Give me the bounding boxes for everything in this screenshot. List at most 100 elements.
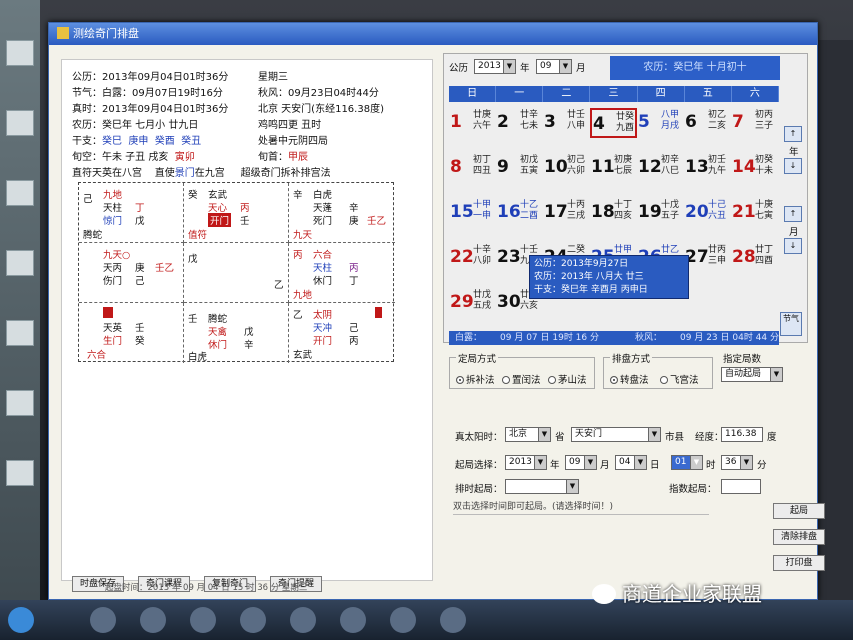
month-unit: 月 (576, 63, 586, 74)
palace-cell[interactable]: 壬 腾蛇 天禽 戊 休门 辛 白虎 (184, 303, 289, 363)
calendar-day[interactable]: 12 初辛 八巳 (637, 153, 684, 183)
calendar-day[interactable]: 16 十乙 二酉 (496, 198, 543, 228)
calendar-day[interactable]: 17 十丙 三戌 (543, 198, 590, 228)
calendar-day[interactable]: 11 初庚 七辰 (590, 153, 637, 183)
calendar-day[interactable]: 14 初癸 十未 (731, 153, 778, 183)
start-minute-select[interactable]: 36 ▼ (721, 455, 753, 470)
province-select[interactable]: 北京 ▼ (505, 427, 551, 442)
month-select[interactable]: 09 ▼ (536, 59, 572, 74)
calendar-day[interactable]: 28 廿丁 四酉 (731, 243, 778, 273)
taskbar-app[interactable] (340, 607, 366, 633)
start-day-select[interactable]: 04 ▼ (615, 455, 647, 470)
day-lunar: 初壬 九午 (708, 155, 727, 176)
desktop-icon[interactable] (6, 320, 34, 346)
calendar-day[interactable]: 1 廿庚 六午 (449, 108, 496, 138)
month-nav-label: 月 (789, 227, 799, 238)
palace-cell[interactable]: 辛 白虎 天蓬 辛 死门 庚 壬乙 九天 (289, 183, 395, 243)
taskbar-app[interactable] (90, 607, 116, 633)
calendar-day[interactable]: 5 八甲 月戌 (637, 108, 684, 138)
calendar-day[interactable]: 21 十庚 七寅 (731, 198, 778, 228)
desktop-icon[interactable] (6, 390, 34, 416)
calendar-day[interactable]: 18 十丁 四亥 (590, 198, 637, 228)
info-line-ganzhi: 干支：癸巳 庚申 癸酉 癸丑 处暑中元阴四局 (72, 136, 328, 147)
desktop-icon[interactable] (6, 110, 34, 136)
calendar-day[interactable]: 4 廿癸 九酉 (590, 108, 637, 138)
calendar-day[interactable]: 27 廿丙 三申 (684, 243, 731, 273)
taskbar-app[interactable] (390, 607, 416, 633)
palace-cell[interactable]: 丙 六合 天柱 丙 休门 丁 九地 (289, 243, 395, 303)
calendar-day[interactable]: 13 初壬 九午 (684, 153, 731, 183)
radio-zhirun[interactable]: 置闰法 (502, 372, 541, 386)
calendar-day[interactable]: 9 初戊 五寅 (496, 153, 543, 183)
palace-cell[interactable]: 己 九地 天柱 丁 惊门 戊 腾蛇 (79, 183, 184, 243)
window-title: 测绘奇门排盘 (73, 27, 139, 40)
prev-month-button[interactable]: ↑ (784, 206, 802, 222)
taskbar-app[interactable] (190, 607, 216, 633)
palace-cell[interactable]: 癸 玄武 天心 丙 开门 壬 值符 (184, 183, 289, 243)
time-ju-select[interactable]: ▼ (505, 479, 579, 494)
calendar-day[interactable]: 7 初丙 三子 (731, 108, 778, 138)
calendar-day[interactable]: 22 十辛 八卯 (449, 243, 496, 273)
day-number: 17 (544, 202, 568, 222)
city-select[interactable]: 天安门 ▼ (571, 427, 661, 442)
weekday-header: 日 一 二 三 四 五 六 (449, 86, 779, 102)
number-ju-label: 指数起局： (669, 484, 717, 495)
info-line-solar: 公历：2013年09月04日01时36分 星期三 (72, 72, 288, 83)
gongli-label: 公历 (449, 63, 469, 74)
prev-year-button[interactable]: ↑ (784, 126, 802, 142)
calendar-day[interactable]: 10 初己 六卯 (543, 153, 590, 183)
desktop-icon[interactable] (6, 180, 34, 206)
palace-cell[interactable]: 天英 壬 生门 癸 六合 (79, 303, 184, 363)
desktop-icon[interactable] (6, 460, 34, 486)
solar-term-button[interactable]: 节气 (780, 312, 802, 336)
calendar-day[interactable]: 19 十戊 五子 (637, 198, 684, 228)
radio-maoshan[interactable]: 茅山法 (548, 372, 587, 386)
calendar-day[interactable]: 8 初丁 四丑 (449, 153, 496, 183)
palace-cell[interactable]: 九天○ 天丙 庚 壬乙 伤门 己 (79, 243, 184, 303)
info-line-lunar: 农历：癸巳年 七月小 廿九日 鸡鸣四更 丑时 (72, 120, 322, 131)
calendar-day[interactable]: 3 廿壬 八申 (543, 108, 590, 138)
start-hour-select[interactable]: 01 ▼ (671, 455, 703, 470)
tooltip-ganzhi: 干支：癸巳年 辛酉月 丙申日 (534, 285, 648, 295)
title-bar[interactable]: 测绘奇门排盘 (49, 23, 817, 45)
day-number: 6 (685, 112, 697, 132)
next-year-button[interactable]: ↓ (784, 158, 802, 174)
day-lunar: 初丁 四丑 (473, 155, 492, 176)
number-ju-input[interactable] (721, 479, 761, 494)
clear-chart-button[interactable]: 清除排盘 (773, 529, 825, 545)
longitude-input[interactable]: 116.38 (721, 427, 763, 442)
taskbar-app[interactable] (240, 607, 266, 633)
calendar-day[interactable]: 2 廿辛 七未 (496, 108, 543, 138)
print-chart-button[interactable]: 打印盘 (773, 555, 825, 571)
palace-cell-center[interactable]: 戊 乙 (184, 243, 289, 303)
ju-count-select[interactable]: 自动起局 ▼ (721, 367, 783, 382)
radio-feigong[interactable]: 飞宫法 (660, 372, 699, 386)
start-year-select[interactable]: 2013 ▼ (505, 455, 547, 470)
day-number: 18 (591, 202, 615, 222)
radio-chaibu[interactable]: 拆补法 (456, 372, 495, 386)
day-number: 16 (497, 202, 521, 222)
taskbar-app[interactable] (140, 607, 166, 633)
calendar-day[interactable]: 6 初乙 二亥 (684, 108, 731, 138)
palace-cell[interactable]: 乙 太阴 天冲 己 开门 丙 玄武 (289, 303, 395, 363)
taskbar-app[interactable] (290, 607, 316, 633)
app-icon (57, 27, 69, 39)
next-month-button[interactable]: ↓ (784, 238, 802, 254)
taskbar-app[interactable] (440, 607, 466, 633)
desktop-icon[interactable] (6, 250, 34, 276)
calendar-day[interactable]: 15 十甲 一申 (449, 198, 496, 228)
lunar-banner: 农历：癸巳年 十月初十 (610, 56, 780, 80)
calendar-day[interactable]: 20 十己 六丑 (684, 198, 731, 228)
calendar-day[interactable]: 29 廿戊 五戌 (449, 288, 496, 318)
year-select[interactable]: 2013 ▼ (474, 59, 516, 74)
desktop-icons-left (0, 0, 40, 600)
desktop-icon[interactable] (6, 40, 34, 66)
start-select-label: 起局选择： (455, 460, 503, 471)
day-lunar: 十戊 五子 (661, 200, 680, 221)
day-number: 5 (638, 112, 650, 132)
start-month-select[interactable]: 09 ▼ (565, 455, 597, 470)
day-number: 4 (593, 114, 605, 134)
start-button[interactable] (8, 607, 34, 633)
start-ju-button[interactable]: 起局 (773, 503, 825, 519)
radio-zhuanpan[interactable]: 转盘法 (610, 372, 649, 386)
